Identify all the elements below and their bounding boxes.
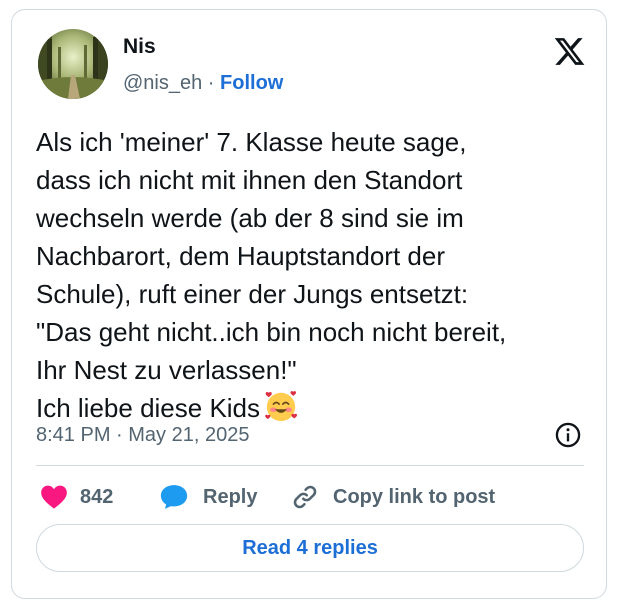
speech-bubble-icon [160,485,188,509]
meta-separator: · [202,72,221,94]
avatar[interactable] [38,29,108,99]
copy-link-label: Copy link to post [333,485,496,508]
read-replies-button[interactable]: Read 4 replies [36,524,584,572]
tweet-text: Als ich 'meiner' 7. Klasse heute sage, d… [36,123,596,427]
tweet-body: Als ich 'meiner' 7. Klasse heute sage, d… [36,127,507,423]
reply-label: Reply [203,485,258,508]
heart-icon [41,485,67,509]
like-count: 842 [80,485,114,508]
like-button[interactable]: 842 [40,482,113,512]
link-icon [293,485,317,509]
avatar-image [38,29,108,99]
tweet-timestamp[interactable]: 8:41 PM · May 21, 2025 [36,422,249,448]
tweet-card: Nis @nis_eh · Follow Als ich 'meiner' 7.… [11,9,607,599]
copy-link-button[interactable]: Copy link to post [291,482,495,512]
follow-button[interactable]: Follow [220,72,283,94]
smiling-face-with-hearts-emoji-icon [265,391,298,422]
reply-button[interactable]: Reply [159,482,257,512]
author-name[interactable]: Nis [123,34,156,60]
action-bar: 842 Reply Copy link to post [36,482,584,512]
info-icon[interactable] [554,421,582,449]
author-handle[interactable]: @nis_eh [123,72,202,94]
divider [36,465,584,466]
author-meta: @nis_eh · Follow [123,70,283,96]
x-logo-icon[interactable] [553,35,586,68]
